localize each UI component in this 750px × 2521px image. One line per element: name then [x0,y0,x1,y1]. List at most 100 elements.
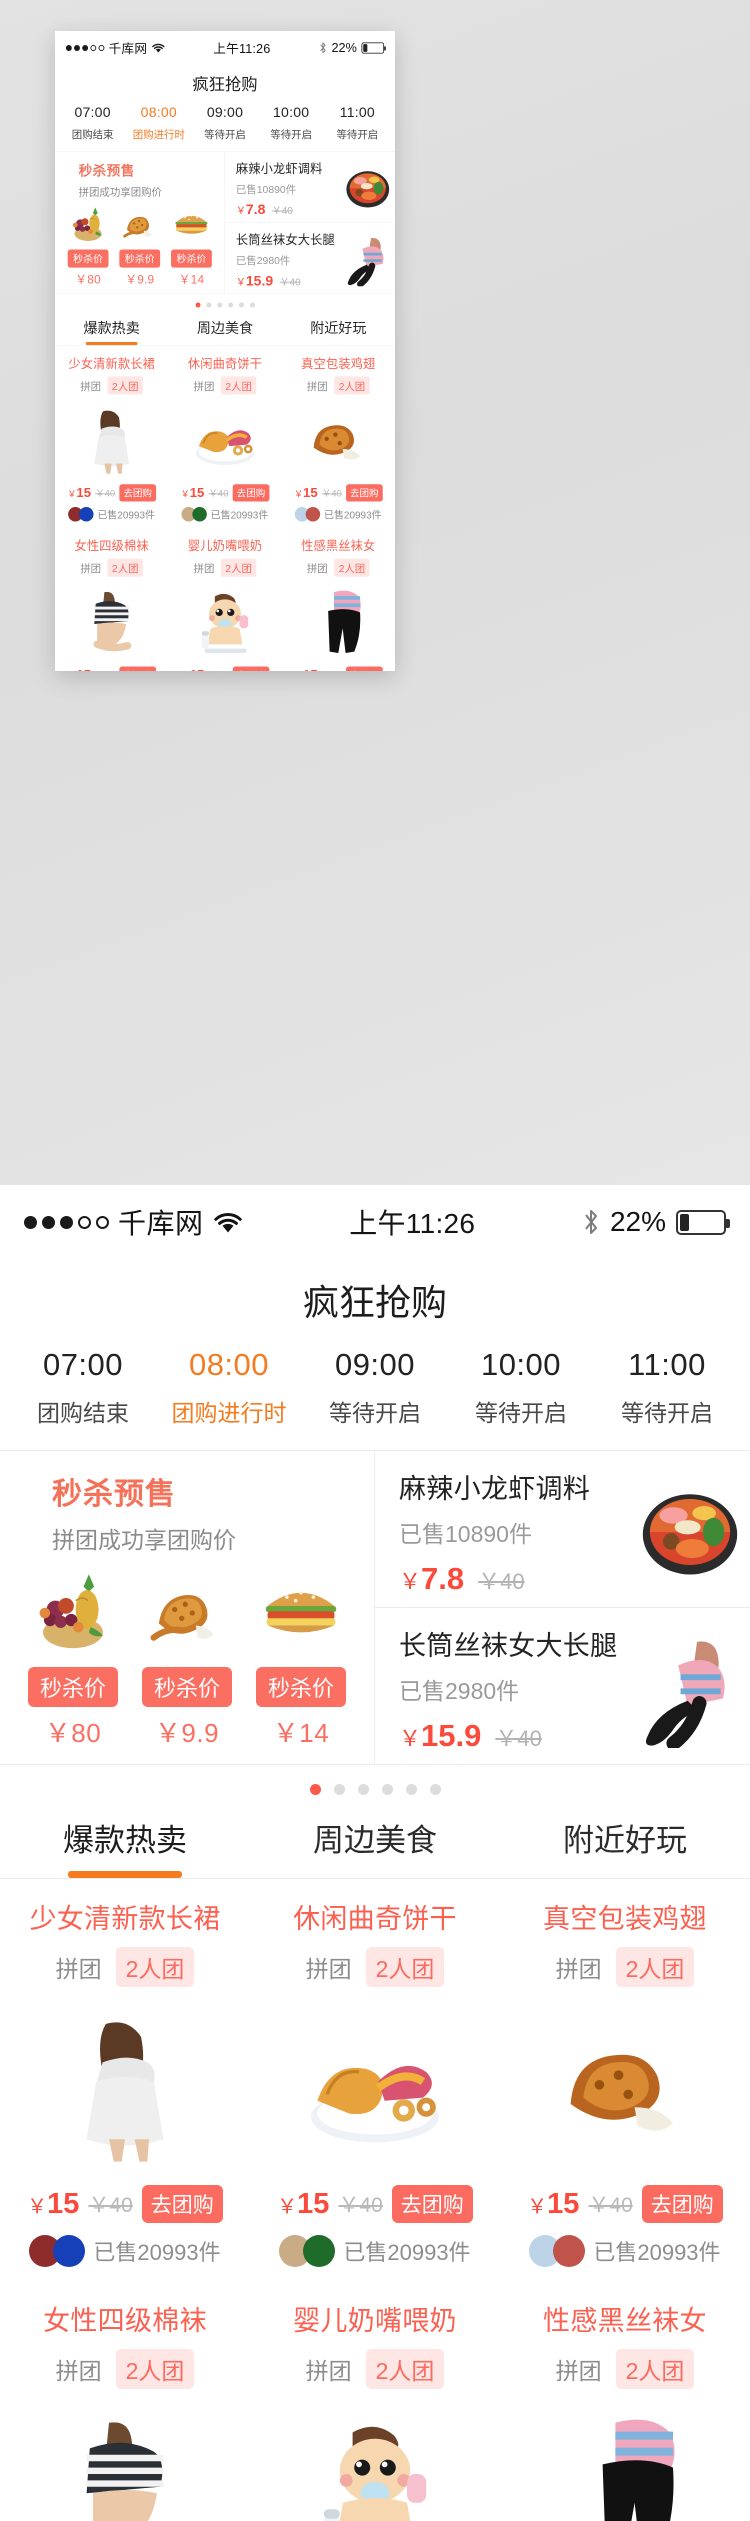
countdown-slot-3[interactable]: 10:00 等待开启 [258,104,324,141]
product-card[interactable]: 性感黑丝袜女 拼团 2人团 ￥15 ￥40 去团购 已售20993件 [500,2281,750,2521]
pager-dot-3[interactable] [381,1784,393,1795]
product-card[interactable]: 性感黑丝袜女 拼团 2人团 ￥15 ￥40 去团购 已售20993件 [282,528,395,671]
product-card[interactable]: 女性四级棉袜 拼团 2人团 ￥15 ￥40 去团购 已售20993件 [0,2281,250,2521]
product-price: ￥15 [293,485,318,500]
section-tab-0[interactable]: 爆款热卖 [0,1807,250,1878]
go-group-buy-button[interactable]: 去团购 [641,2185,723,2223]
countdown-slot-2[interactable]: 09:00 等待开启 [302,1347,448,1428]
product-card[interactable]: 婴儿奶嘴喂奶 拼团 2人团 ￥15 ￥40 去团购 [250,2281,500,2521]
product-name: 性感黑丝袜女 [301,539,376,553]
status-bar: 千库网 上午11:26 22% [0,1185,750,1259]
hamburger-image [166,205,218,245]
product-original-price: ￥40 [271,205,293,217]
product-card[interactable]: 少女清新款长裙 拼团 2人团 ￥15 ￥40 去团购 已售20993件 [55,346,168,528]
section-tab-2[interactable]: 附近好玩 [500,1807,750,1878]
go-group-buy-button[interactable]: 去团购 [232,666,270,671]
seckill-item-1[interactable]: 秒杀价 ￥9.9 [114,205,166,287]
group-size-badge: 2人团 [220,558,257,577]
go-group-buy-button[interactable]: 去团购 [119,484,156,502]
section-tab-label: 附近好玩 [563,1823,687,1858]
product-original-price: ￥40 [88,2194,133,2217]
screenshot-stage: 千库网 上午11:26 22% 疯狂抢购 07:00 团购结束 08:00 团购… [0,0,750,2521]
baby-bottle-image [172,579,278,661]
battery-icon [361,42,386,54]
pager-dot-2[interactable] [217,302,223,308]
pager-dot-5[interactable] [429,1784,441,1795]
product-sold-count: 已售2980件 [235,254,291,267]
seckill-product-1[interactable]: 长筒丝袜女大长腿 已售2980件 ￥15.9 ￥40 [375,1607,750,1764]
group-size-badge: 2人团 [115,2349,195,2389]
go-group-buy-button[interactable]: 去团购 [345,666,383,671]
product-card[interactable]: 真空包装鸡翅 拼团 2人团 ￥15 ￥40 去团购 已售20993件 [500,1879,750,2281]
countdown-slot-1[interactable]: 08:00 团购进行时 [156,1347,302,1428]
pager-dot-0[interactable] [309,1784,321,1795]
seckill-product-1[interactable]: 长筒丝袜女大长腿 已售2980件 ￥15.9 ￥40 [224,222,395,293]
countdown-slot-4[interactable]: 11:00 等待开启 [324,104,390,141]
buyer-avatar [53,2235,86,2267]
go-group-buy-button[interactable]: 去团购 [141,2185,223,2223]
product-sold-count: 已售10890件 [399,1521,532,1547]
countdown-time: 08:00 [140,104,177,121]
group-buy-label: 拼团 [305,1956,352,1982]
product-card[interactable]: 休闲曲奇饼干 拼团 2人团 ￥15 ￥40 去团购 已售20993件 [168,346,281,528]
section-tab-1[interactable]: 周边美食 [250,1807,500,1878]
seckill-item-1[interactable]: 秒杀价 ￥9.9 [130,1569,244,1750]
countdown-slot-4[interactable]: 11:00 等待开启 [594,1347,740,1428]
product-original-price: ￥40 [208,668,228,672]
seckill-item-0[interactable]: 秒杀价 ￥80 [62,205,114,287]
go-group-buy-button[interactable]: 去团购 [119,666,156,671]
pager-dot-1[interactable] [206,302,212,308]
product-original-price: ￥40 [338,2194,383,2217]
seckill-item-0[interactable]: 秒杀价 ￥80 [16,1569,130,1750]
product-price: ￥15.9 [399,1718,482,1753]
countdown-slot-0[interactable]: 07:00 团购结束 [60,104,126,141]
countdown-slot-3[interactable]: 10:00 等待开启 [448,1347,594,1428]
stockings-model-image [630,1624,750,1754]
section-tab-label: 爆款热卖 [63,1823,187,1858]
seckill-price: ￥14 [272,1718,330,1748]
pager-dot-0[interactable] [195,302,201,308]
group-size-badge: 2人团 [107,558,144,577]
go-group-buy-button[interactable]: 去团购 [345,484,383,502]
group-buy-label: 拼团 [555,2358,602,2384]
seckill-product-0[interactable]: 麻辣小龙虾调料 已售10890件 ￥7.8 ￥40 [225,152,395,223]
carousel-pager[interactable] [55,293,395,313]
seckill-item-2[interactable]: 秒杀价 ￥14 [166,205,218,287]
pager-dot-4[interactable] [405,1784,417,1795]
section-tab-1[interactable]: 周边美食 [168,313,281,345]
pager-dot-5[interactable] [249,302,255,308]
product-card[interactable]: 婴儿奶嘴喂奶 拼团 2人团 ￥15 ￥40 去团购 [168,528,281,671]
countdown-slot-1[interactable]: 08:00 团购进行时 [126,104,192,141]
product-price: ￥15 [27,2187,80,2220]
pager-dot-4[interactable] [238,302,244,308]
seckill-presale-panel[interactable]: 秒杀预售 拼团成功享团购价 秒杀价 ￥80 秒杀价 ￥9.9 秒杀价 ￥14 [0,1451,375,1764]
status-bar-right: 22% [582,1206,730,1238]
section-tab-0[interactable]: 爆款热卖 [55,313,168,345]
seckill-product-0[interactable]: 麻辣小龙虾调料 已售10890件 ￥7.8 ￥40 [375,1451,750,1607]
seckill-presale-panel[interactable]: 秒杀预售 拼团成功享团购价 秒杀价 ￥80 秒杀价 ￥9.9 秒杀价 ￥14 [55,151,225,294]
countdown-label: 等待开启 [270,128,313,141]
countdown-time: 11:00 [339,104,375,121]
pager-dot-2[interactable] [357,1784,369,1795]
product-card[interactable]: 少女清新款长裙 拼团 2人团 ￥15 ￥40 去团购 已售20993件 [0,1879,250,2281]
page-title: 疯狂抢购 [0,1259,750,1341]
status-bar-time: 上午11:26 [213,41,271,56]
product-card[interactable]: 女性四级棉袜 拼团 2人团 ￥15 ￥40 去团购 已售20993件 [55,528,168,671]
carousel-pager[interactable] [0,1765,750,1807]
countdown-slot-0[interactable]: 07:00 团购结束 [10,1347,156,1428]
status-bar-left: 千库网 [65,39,165,57]
pager-dot-1[interactable] [333,1784,345,1795]
go-group-buy-button[interactable]: 去团购 [232,484,270,502]
seckill-item-2[interactable]: 秒杀价 ￥14 [244,1569,358,1750]
seckill-price-badge: 秒杀价 [141,1667,232,1707]
go-group-buy-button[interactable]: 去团购 [391,2185,473,2223]
product-price: ￥15 [180,485,205,500]
section-tab-2[interactable]: 附近好玩 [282,313,395,345]
product-card[interactable]: 真空包装鸡翅 拼团 2人团 ￥15 ￥40 去团购 已售20993件 [282,346,395,528]
countdown-slot-2[interactable]: 09:00 等待开启 [192,104,258,141]
seckill-price: ￥80 [75,272,101,287]
croissant-cookies-image [172,397,278,479]
product-name: 婴儿奶嘴喂奶 [187,539,263,553]
product-card[interactable]: 休闲曲奇饼干 拼团 2人团 ￥15 ￥40 去团购 已售20993件 [250,1879,500,2281]
pager-dot-3[interactable] [227,302,233,308]
